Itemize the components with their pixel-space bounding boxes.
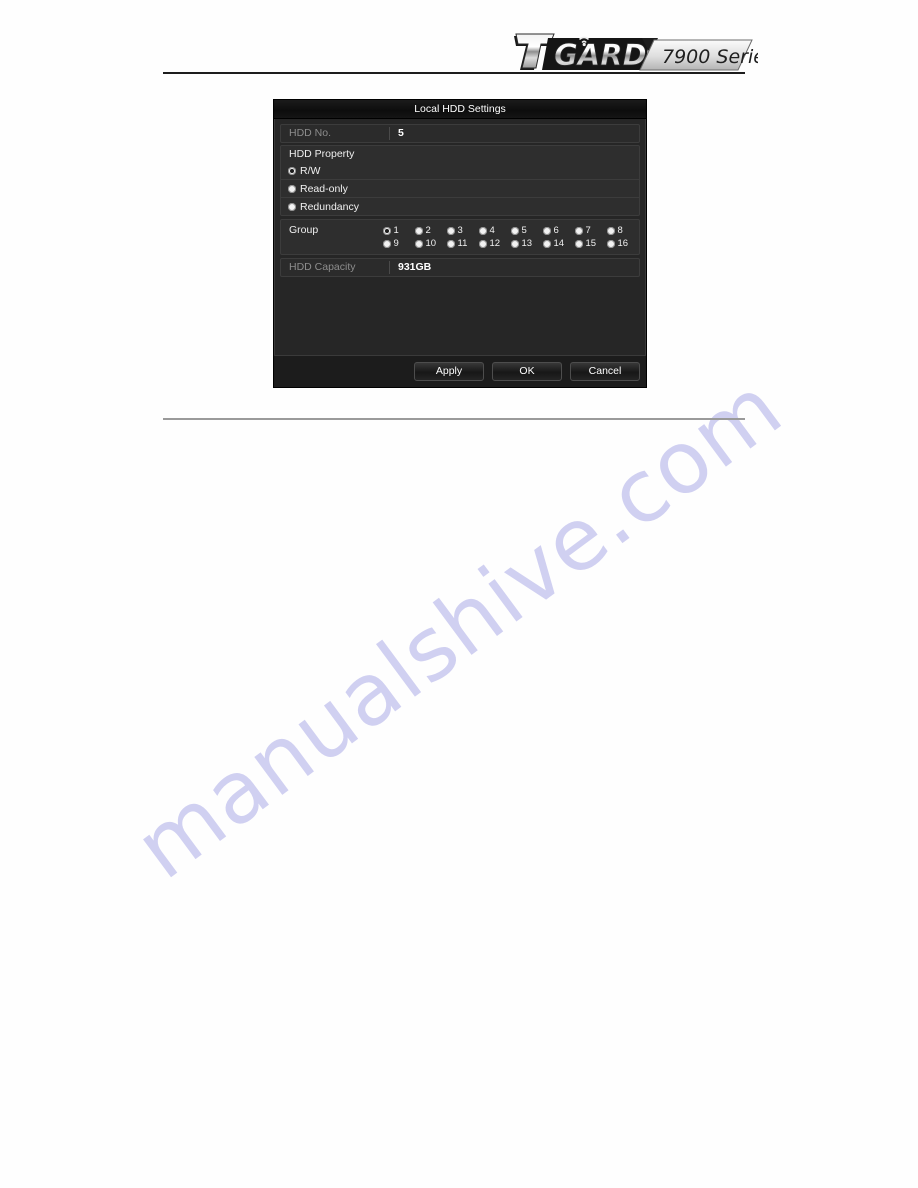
group-option-label-16: 16	[617, 238, 629, 249]
logo-svg: GARD 7900 Series	[514, 33, 758, 72]
hdd-no-label: HDD No.	[289, 127, 332, 139]
radio-group-12-icon[interactable]	[479, 239, 487, 248]
tgard-logo: GARD 7900 Series	[508, 22, 758, 74]
group-option-11[interactable]: 11	[447, 238, 479, 249]
group-option-14[interactable]: 14	[543, 238, 575, 249]
footer-rule	[163, 418, 745, 420]
group-option-5[interactable]: 5	[511, 225, 543, 236]
radio-group-15-icon[interactable]	[575, 239, 583, 248]
group-option-16[interactable]: 16	[607, 238, 639, 249]
group-option-label-5: 5	[521, 225, 527, 236]
apply-button[interactable]: Apply	[414, 362, 484, 381]
radio-read-only-icon[interactable]	[288, 184, 296, 193]
watermark-text: manualshive.com	[117, 357, 801, 899]
group-option-1[interactable]: 1	[383, 225, 415, 236]
group-option-7[interactable]: 7	[575, 225, 607, 236]
antenna-dot-icon	[582, 42, 586, 47]
group-option-2[interactable]: 2	[415, 225, 447, 236]
hdd-capacity-value: 931GB	[398, 261, 432, 273]
radio-group-1-icon[interactable]	[383, 226, 391, 235]
manual-page: manualshive.com GARD 7900 Seri Local HDD…	[0, 0, 918, 1188]
radio-redundancy-icon[interactable]	[288, 202, 296, 211]
radio-group-6-icon[interactable]	[543, 226, 551, 235]
group-option-4[interactable]: 4	[479, 225, 511, 236]
group-label: Group	[289, 224, 319, 236]
dialog-body: HDD No. 5 HDD Property R/W Read-only Red…	[274, 119, 646, 331]
radio-group-3-icon[interactable]	[447, 226, 455, 235]
radio-group-16-icon[interactable]	[607, 239, 615, 248]
group-option-label-12: 12	[489, 238, 501, 249]
dialog-button-bar: Apply OK Cancel	[274, 355, 646, 387]
group-option-label-9: 9	[393, 238, 399, 249]
group-option-label-14: 14	[553, 238, 565, 249]
group-option-10[interactable]: 10	[415, 238, 447, 249]
group-option-label-13: 13	[521, 238, 533, 249]
dialog-spacer	[280, 279, 640, 331]
group-option-label-1: 1	[393, 225, 399, 236]
group-option-12[interactable]: 12	[479, 238, 511, 249]
hdd-capacity-row: HDD Capacity 931GB	[280, 258, 640, 277]
group-option-label-15: 15	[585, 238, 597, 249]
group-option-label-3: 3	[457, 225, 463, 236]
group-option-9[interactable]: 9	[383, 238, 415, 249]
ok-button[interactable]: OK	[492, 362, 562, 381]
group-option-3[interactable]: 3	[447, 225, 479, 236]
group-block: Group 1 2 3 4 5 6 7 8 9 10 11 12 13 14 1	[280, 219, 640, 255]
hdd-no-value: 5	[398, 127, 404, 139]
hdd-property-block: HDD Property R/W Read-only Redundancy	[280, 145, 640, 216]
radio-group-9-icon[interactable]	[383, 239, 391, 248]
hdd-property-option-redundancy[interactable]: Redundancy	[280, 198, 640, 216]
hdd-property-label-redundancy: Redundancy	[300, 200, 359, 213]
logo-letters-gard: GARD	[554, 38, 647, 72]
hdd-no-row: HDD No. 5	[280, 124, 640, 143]
group-option-8[interactable]: 8	[607, 225, 639, 236]
group-option-label-6: 6	[553, 225, 559, 236]
radio-group-13-icon[interactable]	[511, 239, 519, 248]
group-option-label-8: 8	[617, 225, 623, 236]
group-options-grid: 1 2 3 4 5 6 7 8 9 10 11 12 13 14 15 16	[383, 224, 639, 250]
dialog-title: Local HDD Settings	[274, 100, 646, 119]
hdd-property-header: HDD Property	[280, 145, 640, 162]
radio-group-8-icon[interactable]	[607, 226, 615, 235]
group-option-6[interactable]: 6	[543, 225, 575, 236]
hdd-property-label-rw: R/W	[300, 164, 321, 177]
group-option-13[interactable]: 13	[511, 238, 543, 249]
group-option-label-4: 4	[489, 225, 495, 236]
radio-group-11-icon[interactable]	[447, 239, 455, 248]
radio-group-14-icon[interactable]	[543, 239, 551, 248]
hdd-property-label-read-only: Read-only	[300, 182, 348, 195]
hdd-capacity-label: HDD Capacity	[289, 261, 356, 273]
radio-rw-icon[interactable]	[288, 166, 296, 175]
group-option-label-11: 11	[457, 238, 468, 249]
hdd-property-option-read-only[interactable]: Read-only	[280, 180, 640, 198]
radio-group-10-icon[interactable]	[415, 239, 423, 248]
radio-group-2-icon[interactable]	[415, 226, 423, 235]
radio-group-4-icon[interactable]	[479, 226, 487, 235]
cancel-button[interactable]: Cancel	[570, 362, 640, 381]
radio-group-5-icon[interactable]	[511, 226, 519, 235]
hdd-property-option-rw[interactable]: R/W	[280, 162, 640, 180]
local-hdd-settings-dialog: Local HDD Settings HDD No. 5 HDD Propert…	[273, 99, 647, 388]
group-option-label-10: 10	[425, 238, 437, 249]
logo-series-text: 7900 Series	[662, 46, 758, 68]
group-option-label-7: 7	[585, 225, 591, 236]
radio-group-7-icon[interactable]	[575, 226, 583, 235]
group-option-label-2: 2	[425, 225, 431, 236]
group-option-15[interactable]: 15	[575, 238, 607, 249]
